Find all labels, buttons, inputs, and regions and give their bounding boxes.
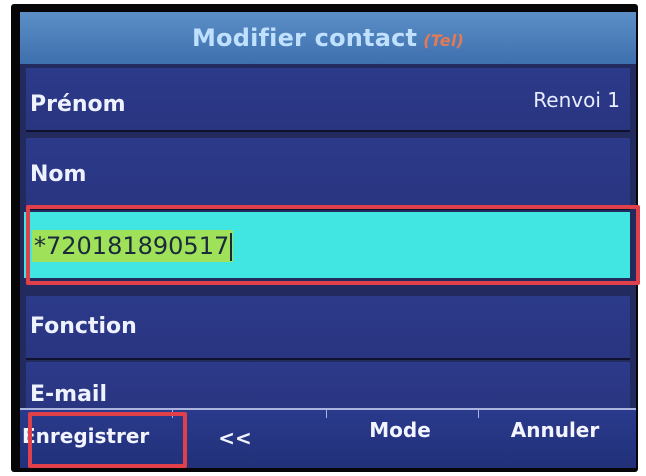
save-highlight-box <box>28 412 187 468</box>
back-softkey[interactable]: << <box>210 426 260 450</box>
screen-title-tag: (Tel) <box>423 31 465 50</box>
softkey-divider <box>478 410 479 418</box>
screen-title: Modifier contact (Tel) <box>192 24 464 52</box>
phone-field-highlight-box <box>26 205 640 285</box>
prenom-label: Prénom <box>30 92 126 117</box>
nom-label: Nom <box>30 162 87 187</box>
field-row-prenom[interactable]: Prénom Renvoi 1 <box>26 68 630 132</box>
prenom-value: Renvoi 1 <box>533 88 620 112</box>
softkey-divider <box>326 410 327 418</box>
field-row-fonction[interactable]: Fonction <box>26 296 630 360</box>
field-row-email[interactable]: E-mail <box>26 362 630 410</box>
fonction-label: Fonction <box>30 314 137 339</box>
screen-title-text: Modifier contact <box>191 24 418 52</box>
mode-softkey[interactable]: Mode <box>340 418 460 442</box>
email-label: E-mail <box>30 382 108 407</box>
field-row-nom[interactable]: Nom <box>26 138 630 210</box>
title-bar: Modifier contact (Tel) <box>20 12 636 64</box>
cancel-softkey[interactable]: Annuler <box>480 418 630 442</box>
